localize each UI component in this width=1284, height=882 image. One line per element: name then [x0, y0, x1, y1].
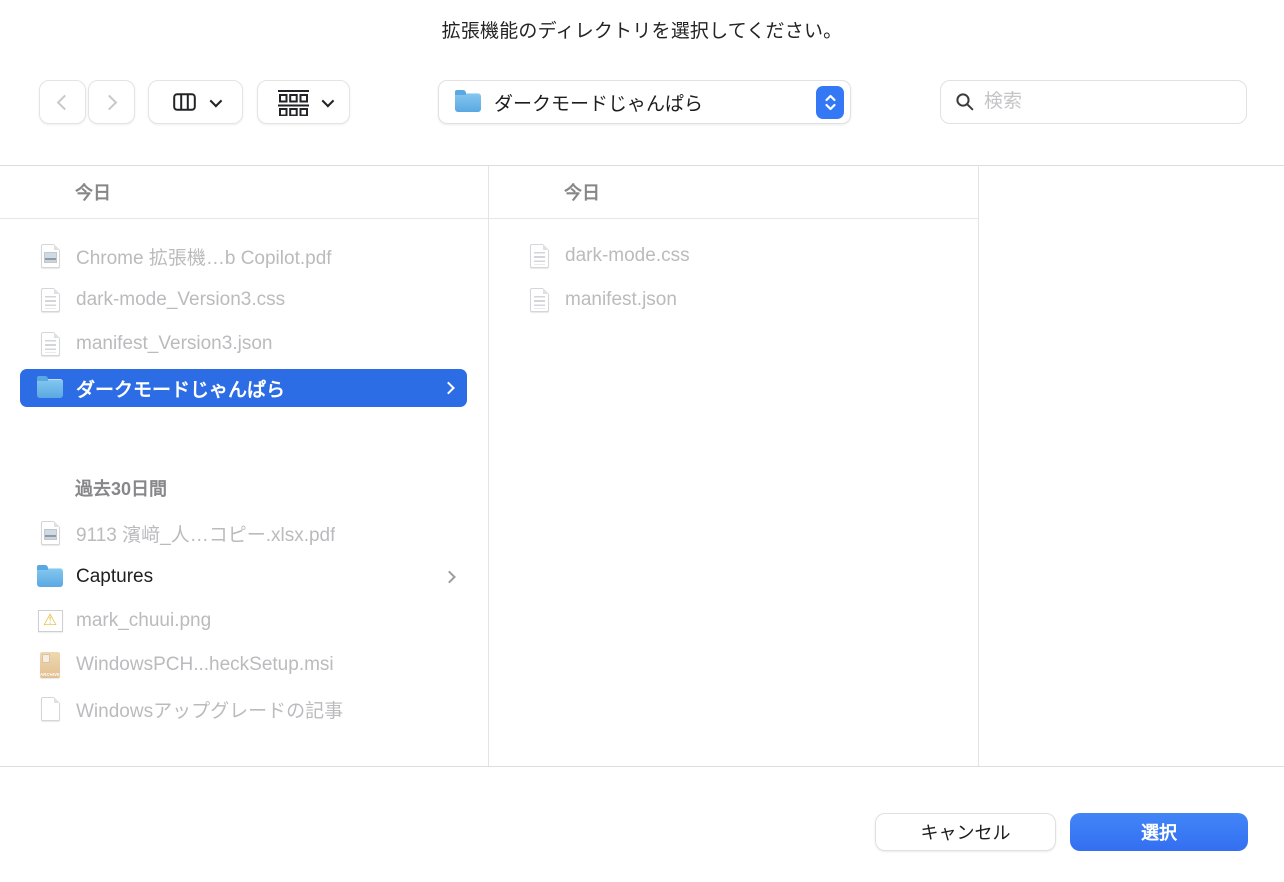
folder-row[interactable]: Captures: [0, 555, 488, 599]
chevron-down-icon: [321, 94, 334, 107]
column-view-icon: [173, 93, 196, 111]
forward-button[interactable]: [88, 80, 135, 124]
warning-image-icon: ⚠: [37, 607, 63, 635]
text-file-icon: [526, 286, 552, 314]
blank-file-icon: [37, 695, 63, 723]
group-by-button[interactable]: [257, 80, 350, 124]
group-header-today: 今日: [0, 166, 488, 219]
file-row[interactable]: dark-mode.css: [489, 234, 978, 278]
select-button[interactable]: 選択: [1070, 813, 1248, 851]
file-row[interactable]: manifest_Version3.json: [0, 322, 488, 366]
group-header-today: 今日: [489, 166, 978, 219]
text-file-icon: [37, 286, 63, 314]
view-mode-button[interactable]: [148, 80, 243, 124]
chevron-right-icon: [442, 382, 455, 395]
chevron-right-icon: [443, 571, 456, 584]
file-row[interactable]: ⚠ mark_chuui.png: [0, 599, 488, 643]
pdf-file-icon: [37, 242, 63, 270]
location-label: ダークモードじゃんぱら: [494, 89, 703, 116]
pdf-file-icon: [37, 519, 63, 547]
location-dropdown[interactable]: ダークモードじゃんぱら: [438, 80, 851, 124]
file-browser: 今日 Chrome 拡張機…b Copilot.pdf dark-mode_Ve…: [0, 165, 1284, 767]
installer-archive-icon: ARCHIVE: [37, 651, 63, 679]
dropdown-stepper-icon: [816, 86, 844, 119]
text-file-icon: [37, 330, 63, 358]
folder-icon: [37, 374, 63, 402]
folder-icon: [37, 563, 63, 591]
folder-row-selected[interactable]: ダークモードじゃんぱら: [20, 369, 467, 407]
group-icon: [277, 89, 310, 116]
search-input[interactable]: [984, 91, 1234, 113]
browser-column-1: 今日 Chrome 拡張機…b Copilot.pdf dark-mode_Ve…: [0, 166, 489, 766]
text-file-icon: [526, 242, 552, 270]
file-row[interactable]: 9113 濱﨑_人…コピー.xlsx.pdf: [0, 511, 488, 555]
file-row[interactable]: Chrome 拡張機…b Copilot.pdf: [0, 234, 488, 278]
file-row[interactable]: manifest.json: [489, 278, 978, 322]
back-button[interactable]: [39, 80, 86, 124]
search-icon: [955, 92, 975, 112]
browser-column-2: 今日 dark-mode.css manifest.json: [489, 166, 979, 766]
dialog-title: 拡張機能のディレクトリを選択してください。: [0, 16, 1284, 43]
group-header-last30days: 過去30日間: [0, 465, 488, 511]
chevron-right-icon: [102, 94, 118, 110]
folder-icon: [455, 88, 481, 116]
search-field[interactable]: [940, 80, 1247, 124]
chevron-down-icon: [209, 94, 222, 107]
chevron-left-icon: [57, 94, 73, 110]
file-row[interactable]: Windowsアップグレードの記事: [0, 687, 488, 731]
file-row[interactable]: dark-mode_Version3.css: [0, 278, 488, 322]
cancel-button[interactable]: キャンセル: [875, 813, 1056, 851]
file-row[interactable]: ARCHIVE WindowsPCH...heckSetup.msi: [0, 643, 488, 687]
browser-column-3: [979, 166, 1284, 766]
